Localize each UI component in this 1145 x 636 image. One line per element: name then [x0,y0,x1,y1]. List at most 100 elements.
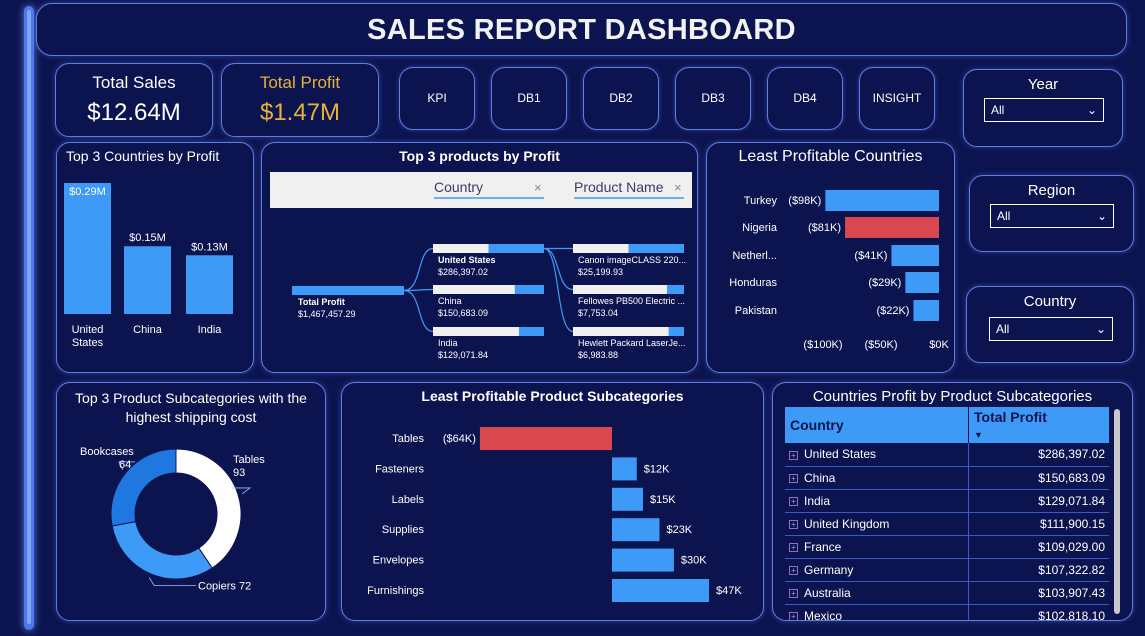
year-slicer: Year All ⌄ [963,69,1123,147]
expand-row-icon[interactable]: + [789,473,798,483]
nav-db4-button[interactable]: DB4 [767,67,843,130]
tree-leaf-0-fill [628,244,684,253]
table-cell-country: + United Kingdom [785,512,969,536]
chevron-down-icon: ⌄ [1086,103,1097,117]
country-dropdown-value: All [996,322,1010,336]
table-cell-country: + Australia [785,581,969,605]
tree-leaf-1-fill [666,285,684,294]
expand-row-icon[interactable]: + [789,588,798,598]
top3-countries-chart: $0.29M UnitedStates $0.15M China $0.13M India [64,183,233,349]
table-cell-total-profit: $109,029.00 [968,535,1109,559]
table-row[interactable]: + France $109,029.00 [785,535,1109,559]
field-chip-country: Country [434,179,483,195]
tree-node-label-india: India [438,338,458,348]
data-label-honduras: ($29K) [868,277,901,289]
nav-db1-button[interactable]: DB1 [491,67,567,130]
table-cell-total-profit: $111,900.15 [968,512,1109,536]
year-dropdown[interactable]: All ⌄ [984,98,1104,122]
bar-netherl [891,245,939,266]
nav-db3-button[interactable]: DB3 [675,67,751,130]
country-slicer-label: Country [1023,293,1077,310]
shipping-donut-chart: Tables93 Copiers 72 Bookcases64 [80,446,265,593]
top3-countries-title: Top 3 Countries by Profit [66,148,220,164]
region-dropdown[interactable]: All ⌄ [990,204,1114,228]
category-label-supplies: Supplies [382,524,425,536]
bar-labels [612,487,643,511]
country-name: Germany [804,562,854,577]
table-row[interactable]: + Mexico $102,818.10 [785,604,1109,621]
category-label-tables: Tables [392,433,424,445]
region-slicer: Region All ⌄ [969,175,1134,252]
table-cell-total-profit: $150,683.09 [968,466,1109,490]
top3-products-panel: Top 3 products by Profit Country × Product… [261,142,698,373]
bar-honduras [905,272,939,293]
region-slicer-label: Region [1027,182,1076,199]
data-label-netherl: ($41K) [854,250,887,262]
donut-label-tables: Tables [233,454,265,466]
least-countries-title: Least Profitable Countries [738,148,923,165]
table-row[interactable]: + India $129,071.84 [785,489,1109,513]
bar-pakistan [913,300,939,321]
nav-kpi-button[interactable]: KPI [399,67,475,130]
expand-row-icon[interactable]: + [789,450,798,460]
page-scrollbar[interactable] [24,6,34,630]
nav-db2-button[interactable]: DB2 [583,67,659,130]
category-label-furnishings: Furnishings [367,585,424,597]
data-label-furnishings: $47K [716,585,742,597]
category-label-united-states: States [72,337,104,349]
country-dropdown[interactable]: All ⌄ [989,317,1113,341]
total-profit-value: $1.47M [259,99,341,126]
tree-node-china-fill [514,285,544,294]
category-label-netherl: Netherl... [732,250,777,262]
table-row[interactable]: + United States $286,397.02 [785,443,1109,467]
expand-row-icon[interactable]: + [789,519,798,529]
table-cell-country: + United States [785,443,969,467]
country-name: Mexico [804,608,843,621]
table-cell-total-profit: $129,071.84 [968,489,1109,513]
category-label-labels: Labels [392,494,425,506]
tree-leaf-2-track [573,327,684,336]
expand-row-icon[interactable]: + [789,565,798,575]
data-label-pakistan: ($22K) [876,305,909,317]
tree-leaf-2-fill [668,327,684,336]
data-label-envelopes: $30K [681,555,707,567]
table-row[interactable]: + Australia $103,907.43 [785,581,1109,605]
expand-row-icon[interactable]: + [789,542,798,552]
least-subcategories-chart: ($64K) Tables $12K Fasteners $15K Labels $23K S… [367,427,742,602]
expand-row-icon[interactable]: + [789,611,798,620]
tree-node-root-value: $1,467,457.29 [298,309,356,319]
column-header-country[interactable]: Country [785,407,969,443]
tree-leaf-value-fellowes-pb500-electric: $7,753.04 [578,308,618,318]
table-cell-total-profit: $103,907.43 [968,581,1109,605]
tree-leaf-value-canon-imageclass-220: $25,199.93 [578,267,623,277]
table-scrollbar[interactable] [1114,409,1120,614]
table-row[interactable]: + China $150,683.09 [785,466,1109,490]
table-row[interactable]: + United Kingdom $111,900.15 [785,512,1109,536]
data-label-tables: ($64K) [443,433,476,445]
tree-node-label-united-states: United States [438,255,496,265]
bar-fasteners [612,457,637,481]
category-label-china: China [133,324,163,336]
column-header-total-profit[interactable]: Total Profit ▼ [968,407,1109,443]
bar-nigeria [845,217,939,238]
tree-link-l2-2 [543,247,574,333]
data-label-nigeria: ($81K) [808,222,841,234]
expand-row-icon[interactable]: + [789,496,798,506]
data-label-labels: $15K [650,494,676,506]
table-cell-country: + France [785,535,969,559]
field-chip-product-name: Product Name [574,179,664,195]
donut-label-bookcases: Bookcases [80,446,134,458]
donut-value-tables: 93 [233,467,245,479]
shipping-cost-panel: Top 3 Product Subcategories with the hig… [56,382,326,621]
category-label-envelopes: Envelopes [373,555,425,567]
total-sales-value: $12.64M [87,99,181,126]
tree-leaf-label-hewlett-packard-laserje: Hewlett Packard LaserJe... [578,338,686,348]
table-row[interactable]: + Germany $107,322.82 [785,558,1109,582]
least-subcategories-panel: Least Profitable Product Subcategories (… [341,382,764,621]
x-tick-label: ($50K) [864,339,897,351]
nav-insight-button[interactable]: INSIGHT [859,67,935,130]
table-cell-country: + India [785,489,969,513]
least-countries-panel: Least Profitable Countries ($98K) Turkey(… [706,142,955,373]
sort-descending-icon: ▼ [974,430,983,440]
tree-leaf-value-hewlett-packard-laserje: $6,983.88 [578,350,618,360]
